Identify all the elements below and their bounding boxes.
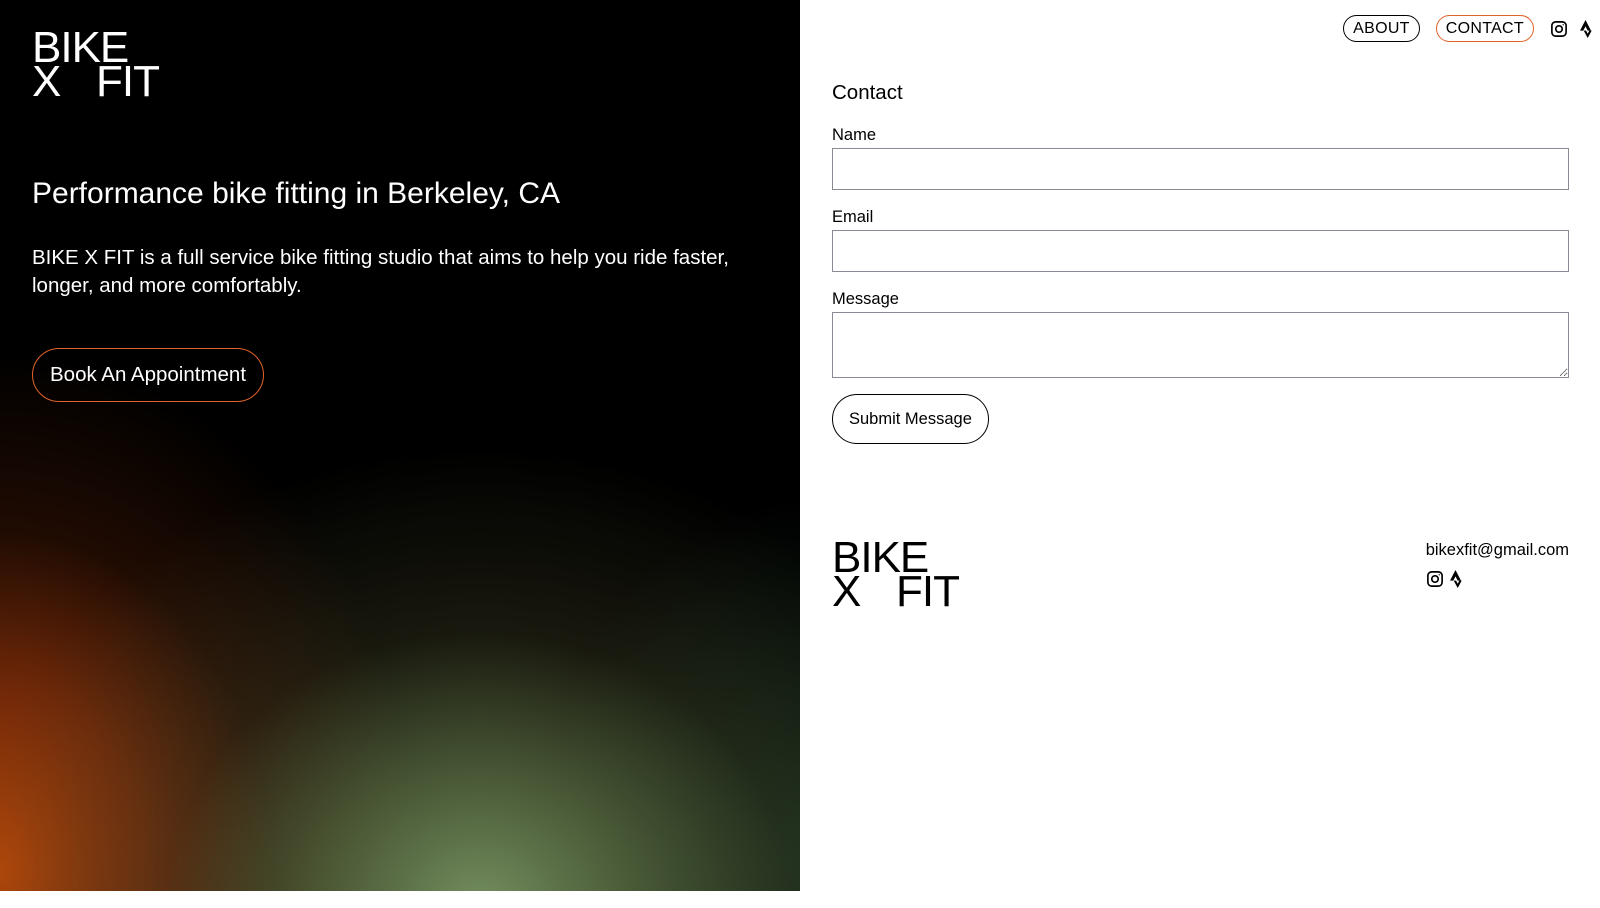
- strava-icon[interactable]: [1580, 19, 1594, 38]
- strava-icon[interactable]: [1449, 570, 1464, 593]
- submit-message-button[interactable]: Submit Message: [832, 394, 989, 444]
- hero-section: BIKE X FIT Performance bike fitting in B…: [0, 0, 800, 908]
- instagram-icon[interactable]: [1426, 570, 1444, 593]
- page: BIKE X FIT Performance bike fitting in B…: [0, 0, 1600, 908]
- footer-contact: bikexfit@gmail.com: [1426, 541, 1569, 593]
- logo-text-fit: FIT: [96, 57, 160, 106]
- nav-contact-link[interactable]: CONTACT: [1435, 15, 1534, 42]
- name-label: Name: [832, 126, 877, 144]
- top-nav: ABOUT CONTACT: [1343, 15, 1594, 42]
- logo-text-x: X: [832, 567, 861, 616]
- instagram-icon[interactable]: [1550, 20, 1568, 38]
- hero-title: Performance bike fitting in Berkeley, CA: [32, 177, 561, 210]
- footer-logo[interactable]: BIKE X FIT: [832, 536, 962, 614]
- contact-panel: ABOUT CONTACT Contact Name Email Message: [800, 0, 1600, 908]
- contact-title: Contact: [832, 81, 903, 104]
- name-input[interactable]: [832, 148, 1569, 190]
- logo-text-fit: FIT: [896, 567, 960, 616]
- message-label: Message: [832, 290, 899, 308]
- footer-email-link[interactable]: bikexfit@gmail.com: [1426, 541, 1569, 560]
- message-textarea[interactable]: [832, 312, 1569, 378]
- email-label: Email: [832, 208, 874, 226]
- hero-description: BIKE X FIT is a full service bike fittin…: [32, 246, 729, 297]
- logo-text-x: X: [32, 57, 61, 106]
- email-input[interactable]: [832, 230, 1569, 272]
- brand-logo[interactable]: BIKE X FIT: [32, 26, 162, 104]
- footer-social-icons: [1426, 570, 1569, 593]
- book-appointment-button[interactable]: Book An Appointment: [32, 348, 265, 402]
- page-bottom-strip: [0, 891, 1600, 908]
- nav-about-link[interactable]: ABOUT: [1343, 15, 1420, 42]
